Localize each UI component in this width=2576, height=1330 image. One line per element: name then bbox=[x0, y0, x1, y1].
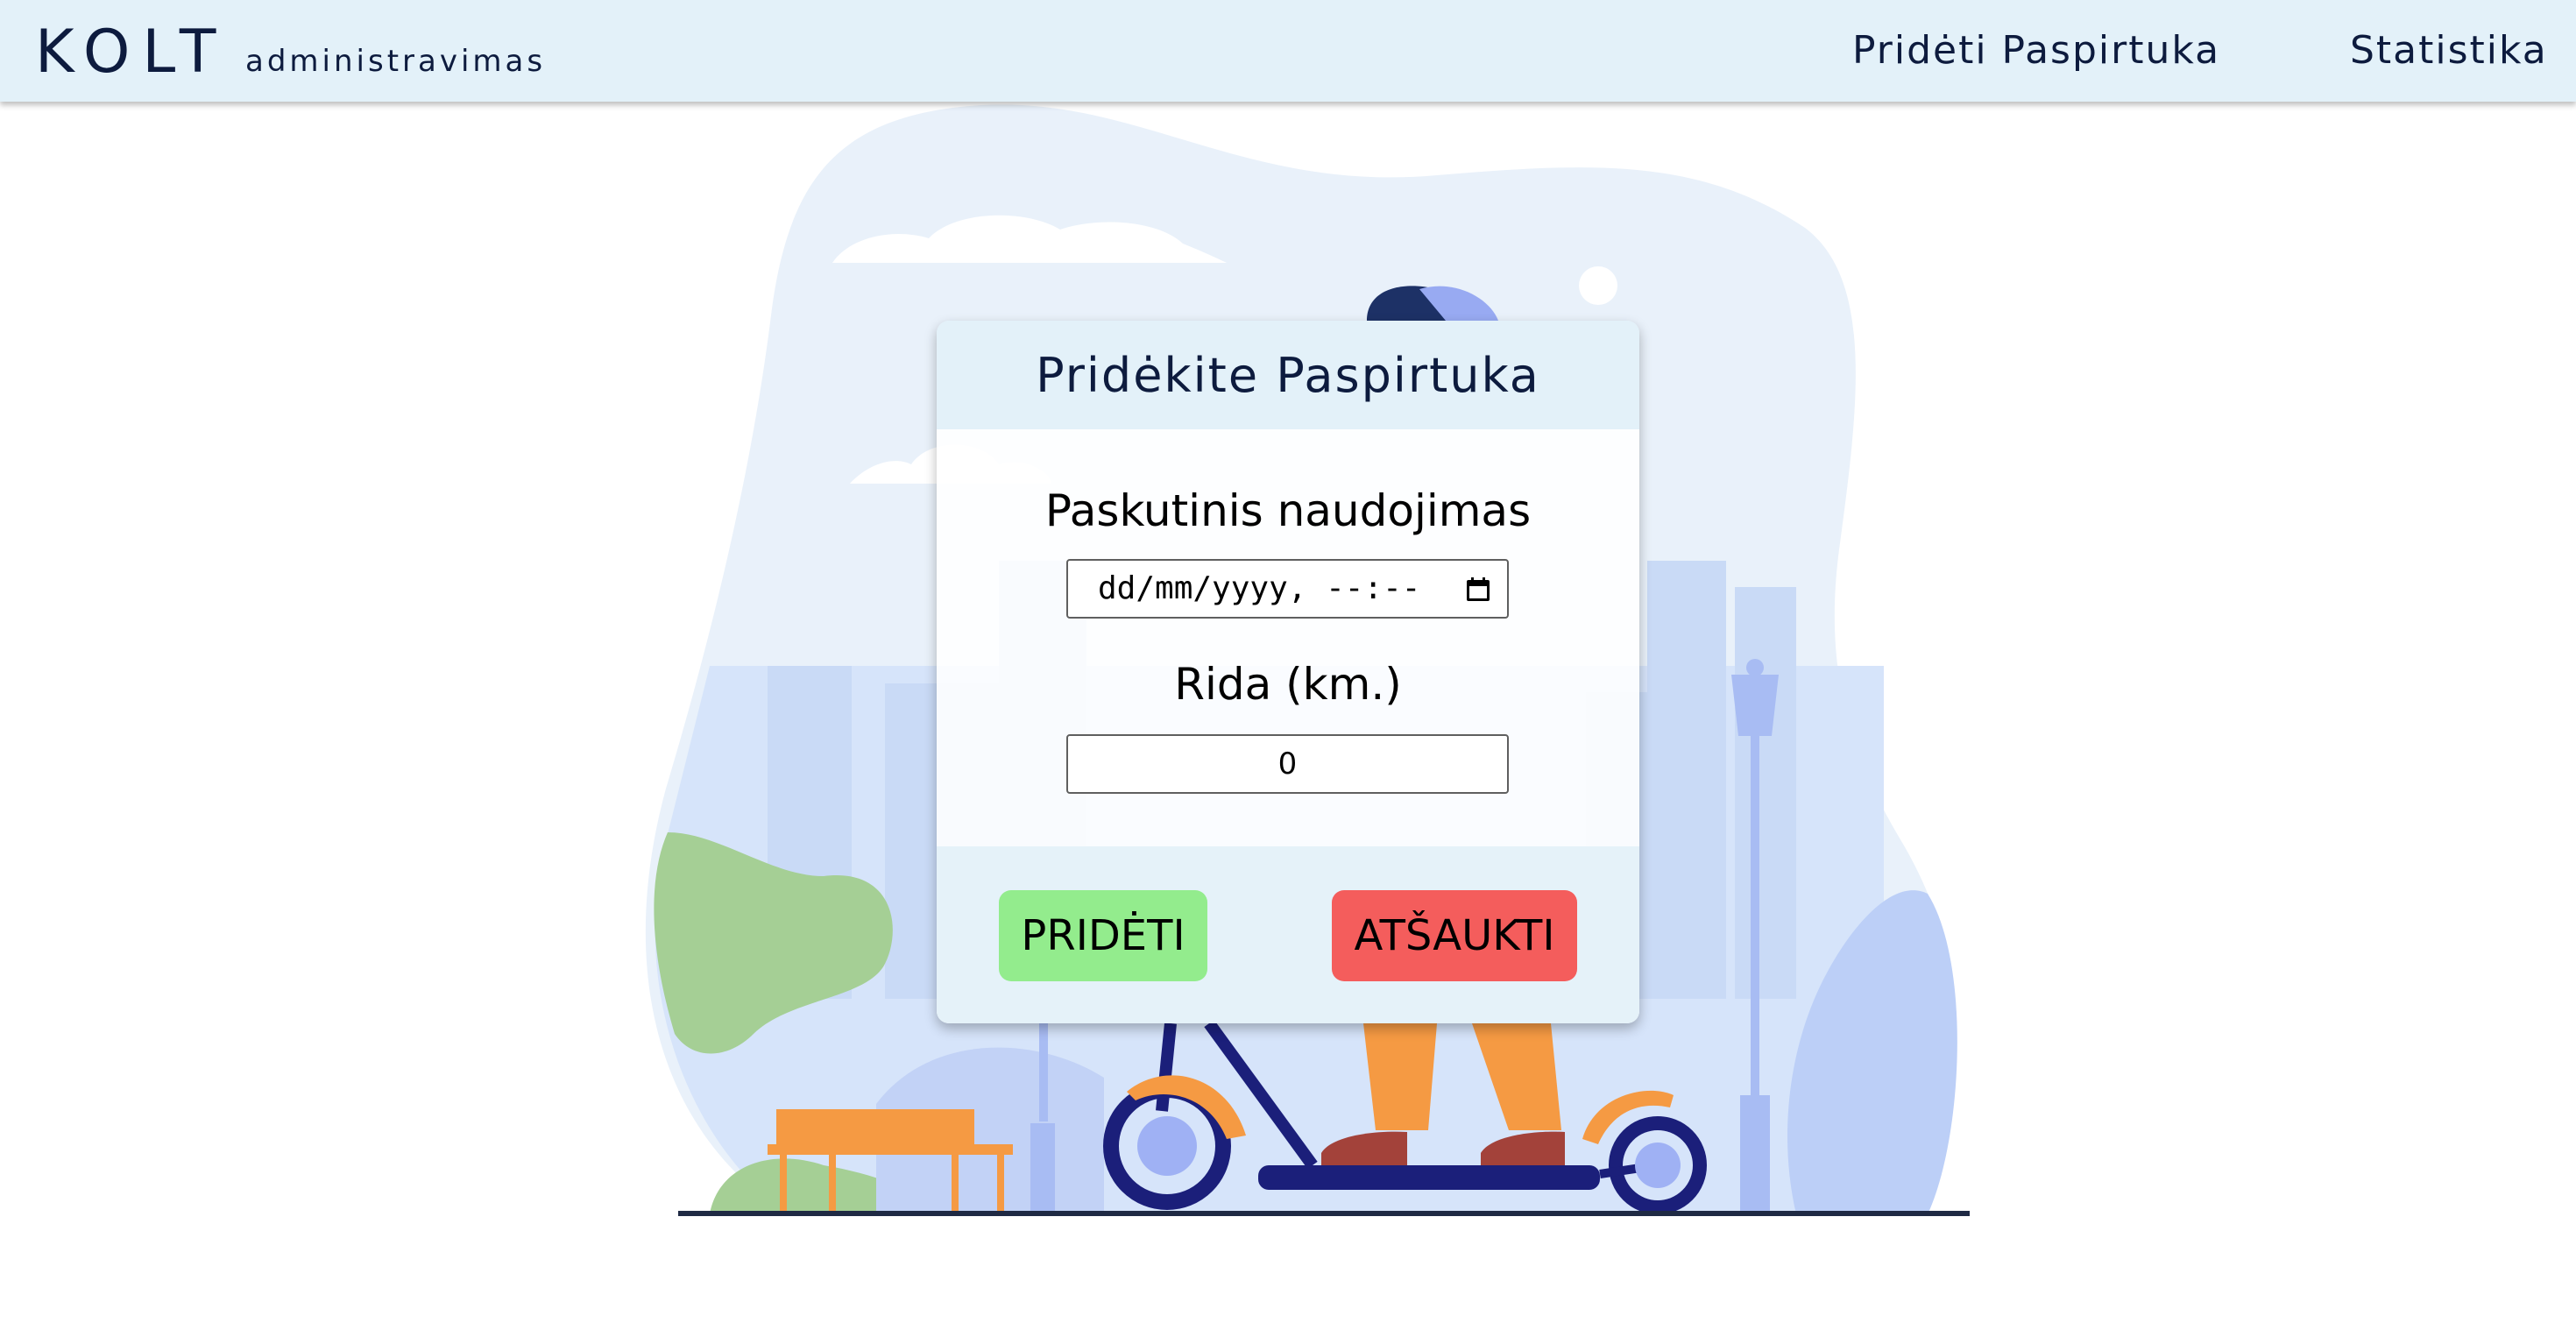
mileage-label: Rida (km.) bbox=[1174, 659, 1402, 710]
top-navbar: KOLT administravimas Pridėti Paspirtuka … bbox=[0, 0, 2576, 102]
mileage-value: 0 bbox=[1277, 746, 1298, 782]
last-use-datetime-input[interactable]: dd/mm/yyyy, --:-- bbox=[1066, 559, 1509, 619]
nav-statistics-link[interactable]: Statistika bbox=[2350, 25, 2548, 77]
scooter-wheel-hub-right bbox=[1635, 1143, 1681, 1188]
brand-subtitle: administravimas bbox=[245, 44, 547, 79]
nav-add-scooter-link[interactable]: Pridėti Paspirtuka bbox=[1852, 25, 2220, 77]
moon bbox=[1579, 266, 1617, 305]
calendar-icon[interactable] bbox=[1465, 577, 1491, 603]
modal-header: Pridėkite Paspirtuka bbox=[937, 321, 1639, 429]
ground-line bbox=[678, 1211, 1970, 1216]
scooter-wheel-hub-left bbox=[1137, 1116, 1197, 1176]
mileage-input[interactable]: 0 bbox=[1066, 734, 1509, 794]
last-use-label: Paskutinis naudojimas bbox=[1044, 485, 1532, 536]
add-button[interactable]: PRIDĖTI bbox=[999, 890, 1207, 981]
modal-title: Pridėkite Paspirtuka bbox=[1036, 348, 1540, 403]
brand-logo[interactable]: KOLT bbox=[35, 16, 228, 89]
last-use-datetime-placeholder: dd/mm/yyyy, --:-- bbox=[1098, 570, 1421, 606]
cancel-button[interactable]: ATŠAUKTI bbox=[1332, 890, 1577, 981]
person-leg-left bbox=[1363, 1023, 1437, 1130]
